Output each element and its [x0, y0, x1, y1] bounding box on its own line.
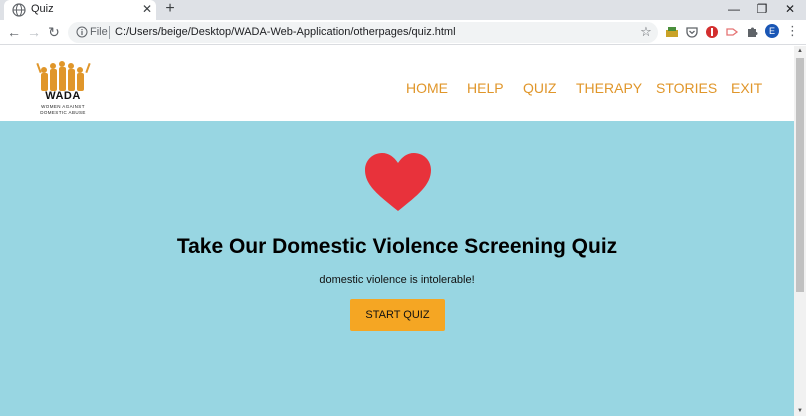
main-nav: HOME HELP QUIZ THERAPY STORIES EXIT [0, 80, 794, 98]
reload-button[interactable]: ↻ [44, 22, 64, 42]
globe-icon [12, 3, 26, 17]
page-viewport: WADA WOMEN AGAINST DOMESTIC ABUSE HOME H… [0, 46, 794, 416]
window-close-button[interactable]: ✕ [776, 0, 804, 18]
scroll-down-arrow-icon[interactable]: ▼ [794, 406, 806, 416]
logo-tagline-line2: DOMESTIC ABUSE [40, 110, 86, 115]
adblock-icon[interactable] [704, 24, 720, 40]
nav-home[interactable]: HOME [406, 80, 448, 96]
nav-stories[interactable]: STORIES [656, 80, 717, 96]
url-text[interactable]: C:/Users/beige/Desktop/WADA-Web-Applicat… [115, 26, 456, 38]
nav-help[interactable]: HELP [467, 80, 504, 96]
nav-therapy[interactable]: THERAPY [576, 80, 642, 96]
profile-avatar[interactable]: E [765, 24, 779, 38]
quiz-hero: Take Our Domestic Violence Screening Qui… [0, 121, 794, 416]
logo-tagline-line1: WOMEN AGAINST [41, 104, 85, 109]
page-title: Take Our Domestic Violence Screening Qui… [176, 235, 618, 258]
browser-toolbar: ← → ↻ File C:/Users/beige/Desktop/WADA-W… [0, 20, 806, 45]
start-quiz-button[interactable]: START QUIZ [350, 299, 445, 331]
forward-button[interactable]: → [24, 22, 44, 42]
site-header: WADA WOMEN AGAINST DOMESTIC ABUSE HOME H… [0, 46, 794, 121]
scroll-up-arrow-icon[interactable]: ▲ [794, 46, 806, 56]
browser-tab[interactable]: Quiz ✕ [4, 0, 156, 20]
extension-folder-icon[interactable] [664, 24, 680, 40]
new-tab-button[interactable]: + [162, 1, 178, 17]
nav-quiz[interactable]: QUIZ [523, 80, 556, 96]
tab-title: Quiz [31, 3, 54, 15]
hero-subtitle: domestic violence is intolerable! [319, 274, 475, 286]
extension-arrow-icon[interactable] [724, 24, 740, 40]
back-button[interactable]: ← [4, 22, 24, 42]
pocket-icon[interactable] [684, 24, 700, 40]
page-scrollbar[interactable]: ▲ ▼ [794, 46, 806, 416]
minimize-button[interactable]: — [720, 0, 748, 18]
address-divider [109, 26, 110, 39]
nav-exit[interactable]: EXIT [731, 80, 762, 96]
extensions-puzzle-icon[interactable] [744, 24, 760, 40]
info-icon[interactable] [76, 26, 88, 38]
browser-menu-icon[interactable]: ⋮ [786, 23, 799, 39]
scroll-thumb[interactable] [796, 58, 804, 292]
close-tab-icon[interactable]: ✕ [140, 2, 154, 16]
bookmark-star-icon[interactable]: ☆ [639, 25, 653, 39]
heart-icon [365, 153, 431, 211]
restore-button[interactable]: ❐ [748, 0, 776, 18]
address-bar[interactable]: File C:/Users/beige/Desktop/WADA-Web-App… [68, 22, 658, 43]
file-scheme-label: File [90, 26, 108, 38]
browser-tab-strip: Quiz ✕ + — ❐ ✕ [0, 0, 806, 20]
